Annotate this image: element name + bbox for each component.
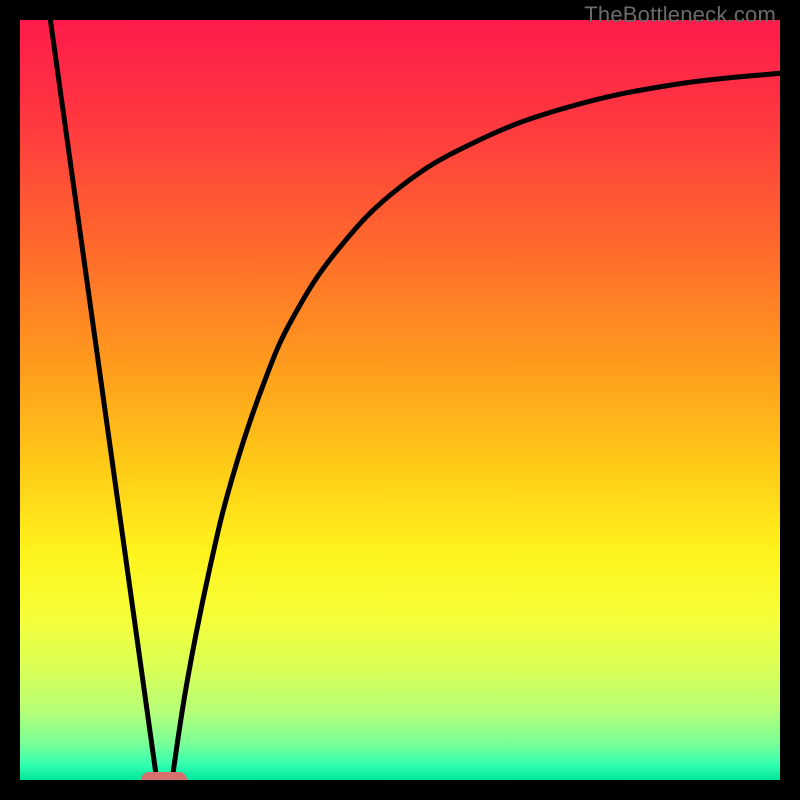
curve-layer: [20, 20, 780, 780]
chart-frame: TheBottleneck.com: [0, 0, 800, 800]
bottleneck-marker: [141, 772, 187, 780]
plot-area: [20, 20, 780, 780]
right-curve-path: [172, 73, 780, 780]
left-line-path: [50, 20, 156, 780]
watermark-text: TheBottleneck.com: [584, 2, 776, 28]
